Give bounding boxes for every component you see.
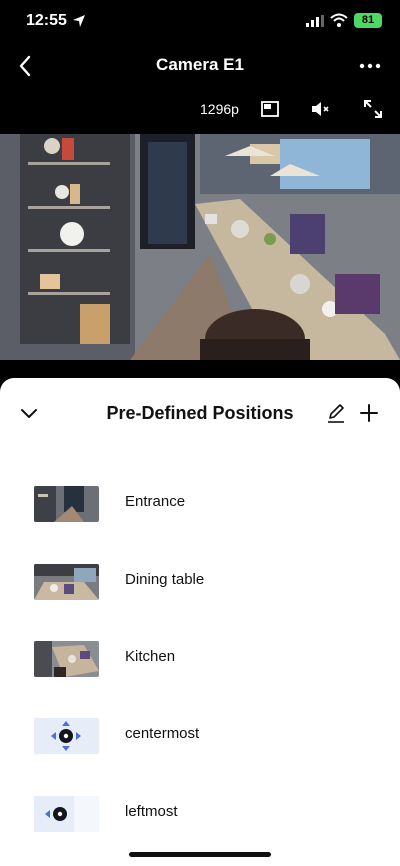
position-thumbnail: [34, 718, 99, 754]
fullscreen-icon[interactable]: [363, 99, 383, 119]
position-label: Kitchen: [125, 648, 176, 665]
position-thumbnail: [34, 486, 99, 522]
position-thumbnail: [34, 641, 99, 677]
more-options-icon[interactable]: [358, 54, 382, 78]
nav-bar: Camera E1: [0, 44, 400, 88]
edit-pencil-icon[interactable]: [326, 402, 346, 424]
resolution-button[interactable]: 1296p: [200, 101, 239, 117]
position-item-centermost[interactable]: centermost: [0, 706, 400, 766]
camera-scene: [0, 134, 400, 360]
add-plus-icon[interactable]: [358, 402, 380, 424]
position-label: Entrance: [125, 493, 186, 510]
position-item-dining-table[interactable]: Dining table: [0, 552, 400, 612]
positions-sheet: Pre-Defined Positions Entrance Dining ta…: [0, 378, 400, 866]
speaker-muted-icon[interactable]: [310, 99, 330, 119]
cellular-signal-icon: [306, 15, 324, 27]
battery-indicator: 81: [354, 13, 382, 28]
battery-level: 81: [361, 14, 375, 26]
home-indicator: [129, 852, 271, 857]
position-label: Dining table: [125, 571, 205, 588]
sheet-header: Pre-Defined Positions: [0, 396, 400, 432]
position-item-entrance[interactable]: Entrance: [0, 474, 400, 534]
position-item-leftmost[interactable]: leftmost: [0, 784, 400, 844]
page-title: Camera E1: [156, 55, 244, 74]
status-bar: 12:55 81: [0, 0, 400, 44]
wifi-icon: [330, 13, 348, 27]
video-toolbar: 1296p: [0, 92, 400, 128]
position-thumbnail: [34, 564, 99, 600]
status-time: 12:55: [26, 12, 67, 29]
position-item-kitchen[interactable]: Kitchen: [0, 629, 400, 689]
picture-in-picture-icon[interactable]: [260, 99, 280, 119]
position-thumbnail: [34, 796, 99, 832]
position-label: leftmost: [125, 803, 178, 820]
live-video-feed[interactable]: [0, 134, 400, 360]
location-arrow-icon: [73, 15, 85, 27]
position-label: centermost: [125, 725, 200, 742]
